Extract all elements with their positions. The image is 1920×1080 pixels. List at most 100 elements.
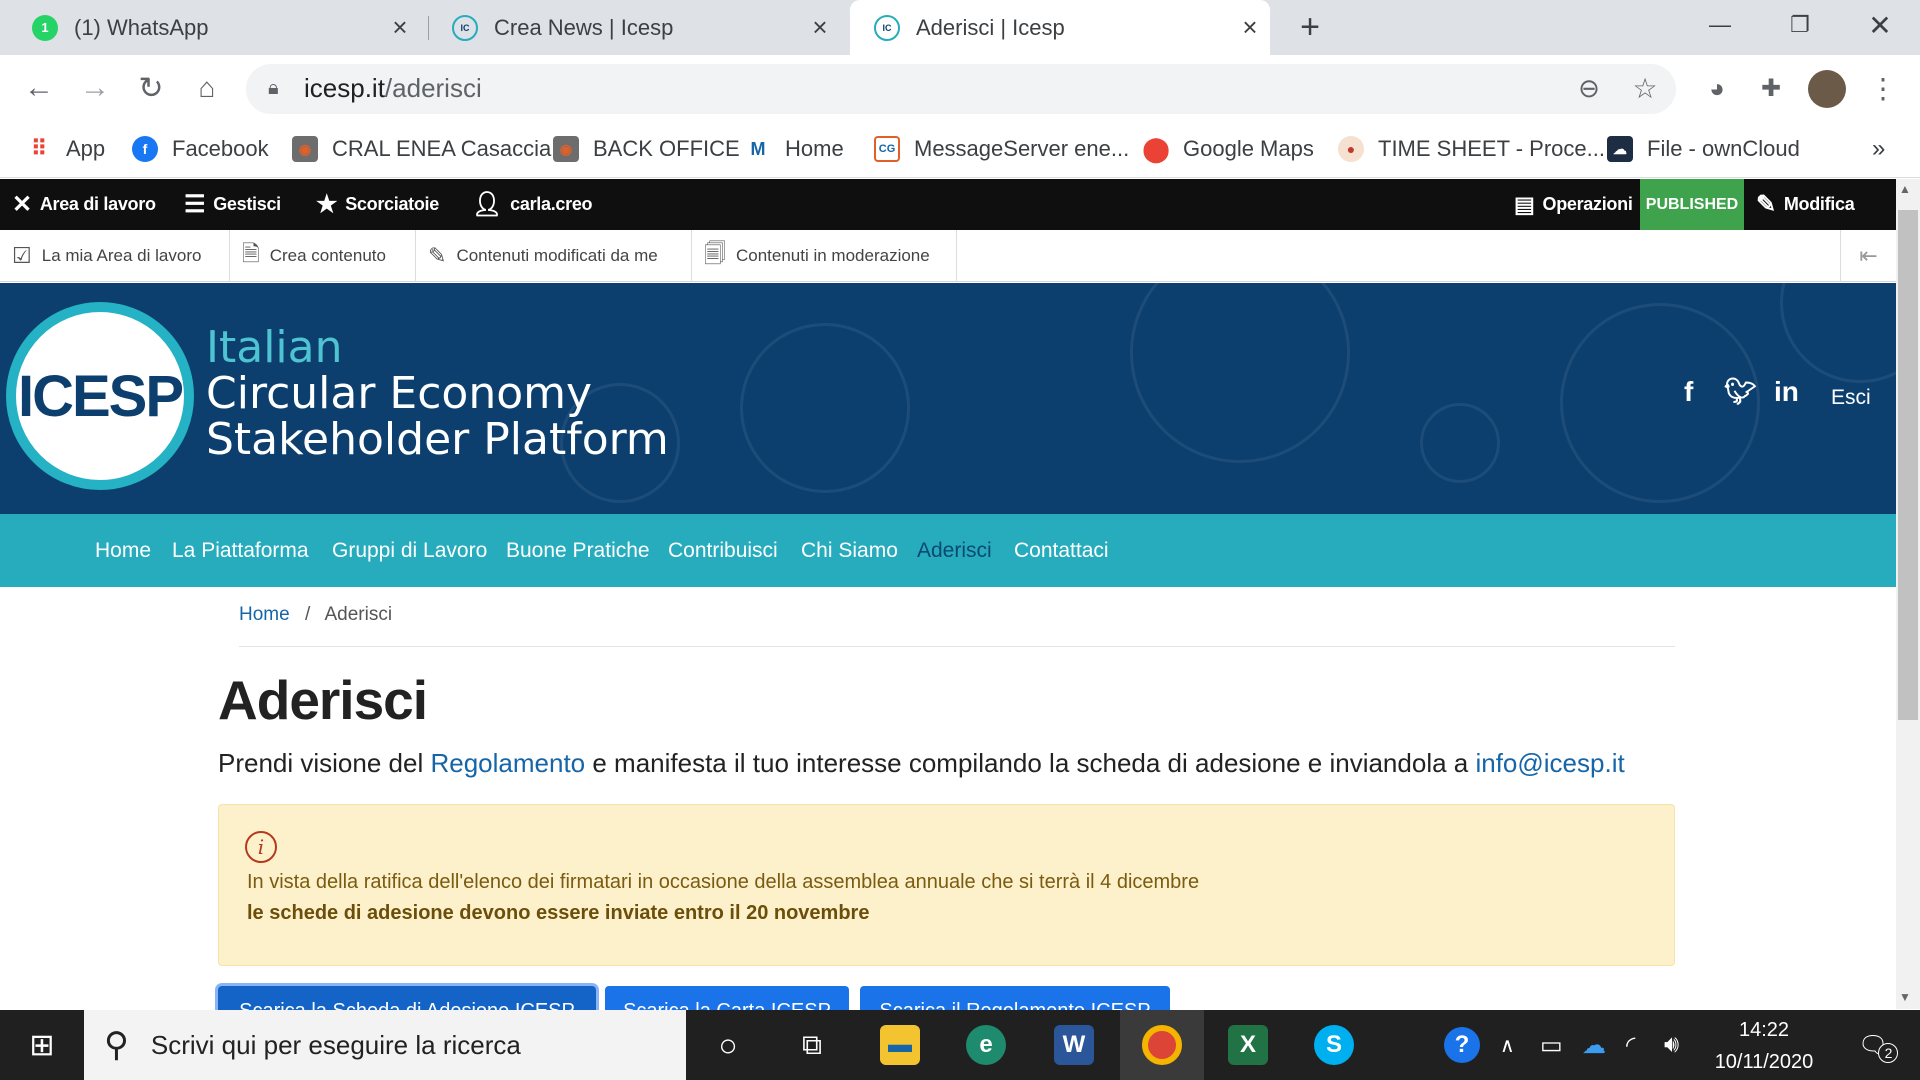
tab-aderisci[interactable]: IC Aderisci | Icesp × — [850, 0, 1270, 55]
bookmark-label: CRAL ENEA Casaccia — [332, 136, 552, 161]
close-tab-icon[interactable]: × — [800, 12, 840, 43]
tab-title: Crea News | Icesp — [494, 14, 674, 40]
bookmark-apps[interactable]: ⠿ App — [26, 124, 105, 174]
edge-logo-icon: e — [966, 1025, 1006, 1065]
pencil-icon: ✎ — [428, 243, 447, 268]
close-tab-icon[interactable]: × — [380, 12, 420, 43]
show-hidden-icons-icon[interactable]: ∧ — [1500, 1010, 1515, 1080]
menu-contribuisci[interactable]: Contribuisci — [668, 514, 778, 587]
menu-gruppi-di-lavoro[interactable]: Gruppi di Lavoro — [332, 514, 487, 587]
menu-aderisci[interactable]: Aderisci — [917, 514, 992, 587]
bookmark-messageserver[interactable]: CG MessageServer ene... — [874, 124, 1129, 174]
volume-icon[interactable]: 🔊︎ — [1664, 1010, 1679, 1080]
bookmark-timesheet[interactable]: ● TIME SHEET - Proce... — [1338, 124, 1605, 174]
tray-my-workspace[interactable]: ☑ La mia Area di lavoro — [0, 230, 230, 282]
facebook-icon[interactable]: f — [1684, 376, 1693, 408]
search-icon: ⚲ — [104, 1026, 129, 1064]
wifi-icon[interactable]: ◜ — [1626, 1010, 1635, 1080]
notification-count: 2 — [1878, 1043, 1899, 1063]
bookmark-label: Facebook — [172, 136, 269, 161]
restore-icon[interactable]: ❐ — [1760, 0, 1840, 50]
new-tab-icon[interactable]: + — [1268, 2, 1352, 52]
zoom-icon[interactable]: ⊖ — [1566, 65, 1612, 111]
bookmark-facebook[interactable]: f Facebook — [132, 124, 269, 174]
admin-area-di-lavoro[interactable]: ✕ Area di lavoro — [12, 179, 156, 230]
file-explorer-icon[interactable]: ▬ — [858, 1010, 942, 1080]
cortana-icon[interactable]: ○ — [686, 1010, 770, 1080]
bookmark-cral[interactable]: ◉ CRAL ENEA Casaccia — [292, 124, 551, 174]
back-icon[interactable]: ← — [16, 65, 62, 111]
bookmark-google-maps[interactable]: ⬤ Google Maps — [1143, 124, 1314, 174]
admin-scorciatoie[interactable]: ★ Scorciatoie — [316, 179, 439, 230]
brand-line: Circular Economy — [206, 368, 593, 419]
menu-kebab-icon[interactable]: ⋮ — [1860, 65, 1906, 111]
logout-link[interactable]: Esci — [1831, 386, 1871, 410]
pencil-icon: ✎ — [1756, 191, 1776, 218]
hamburger-icon: ☰ — [184, 191, 206, 218]
scroll-down-icon[interactable]: ▼ — [1899, 990, 1911, 1004]
site-brand[interactable]: Italian Circular Economy Stakeholder Pla… — [206, 325, 669, 463]
owncloud-icon: ☁ — [1607, 136, 1633, 162]
menu-contattaci[interactable]: Contattaci — [1014, 514, 1109, 587]
close-window-icon[interactable]: ✕ — [1840, 0, 1920, 50]
star-icon: ★ — [316, 191, 338, 218]
brand-line: Italian — [206, 322, 343, 373]
extension-circle-icon[interactable]: ◕ — [1694, 65, 1740, 111]
home-icon[interactable]: ⌂ — [184, 65, 230, 111]
onedrive-icon[interactable]: ☁ — [1582, 1010, 1606, 1080]
edge-icon[interactable]: e — [944, 1010, 1028, 1080]
clock-date: 10/11/2020 — [1714, 1051, 1814, 1073]
menu-buone-pratiche[interactable]: Buone Pratiche — [506, 514, 650, 587]
excel-icon[interactable]: X — [1206, 1010, 1290, 1080]
word-icon[interactable]: W — [1032, 1010, 1116, 1080]
notifications-icon[interactable]: 🗨︎ 2 — [1858, 1010, 1899, 1080]
admin-user[interactable]: 👤︎ carla.creo — [472, 179, 593, 230]
battery-icon[interactable]: ▭ — [1540, 1010, 1563, 1080]
tab-title: Aderisci | Icesp — [916, 14, 1065, 40]
linkedin-icon[interactable]: in — [1774, 376, 1799, 408]
admin-operazioni[interactable]: ▤ Operazioni — [1514, 179, 1633, 230]
admin-gestisci[interactable]: ☰ Gestisci — [184, 179, 281, 230]
taskbar-search[interactable]: ⚲ Scrivi qui per eseguire la ricerca — [84, 1010, 686, 1080]
site-logo[interactable]: ICESP — [6, 302, 194, 490]
decor-circle — [1420, 403, 1500, 483]
task-view-icon[interactable]: ⧉ — [770, 1010, 854, 1080]
bookmark-owncloud[interactable]: ☁ File - ownCloud — [1607, 124, 1800, 174]
tray-modified-by-me[interactable]: ✎ Contenuti modificati da me — [416, 230, 692, 282]
admin-label: Area di lavoro — [39, 194, 156, 214]
tab-whatsapp[interactable]: 1 (1) WhatsApp × — [8, 0, 420, 55]
tab-crea-news[interactable]: IC Crea News | Icesp × — [428, 0, 840, 55]
brand-line: Stakeholder Platform — [206, 414, 669, 465]
more-bookmarks-icon[interactable]: » — [1872, 124, 1885, 174]
bookmark-home[interactable]: M Home — [745, 124, 844, 174]
breadcrumb-home[interactable]: Home — [239, 604, 290, 625]
tray-orientation-toggle-icon[interactable]: ⇤ — [1840, 230, 1896, 282]
taskbar-clock[interactable]: 14:22 10/11/2020 — [1692, 1014, 1836, 1078]
scroll-up-icon[interactable]: ▲ — [1899, 182, 1911, 196]
bookmark-back-office[interactable]: ◉ BACK OFFICE — [553, 124, 740, 174]
folder-icon: ▬ — [880, 1025, 920, 1065]
profile-avatar[interactable] — [1808, 70, 1846, 108]
chrome-icon[interactable] — [1120, 1010, 1204, 1080]
intro-text: Prendi visione del Regolamento e manifes… — [218, 748, 1625, 779]
regolamento-link[interactable]: Regolamento — [430, 748, 585, 778]
menu-home[interactable]: Home — [95, 514, 151, 587]
admin-modifica[interactable]: ✎ Modifica — [1756, 179, 1855, 230]
windows-start-icon[interactable]: ⊞ — [0, 1010, 84, 1080]
forward-icon[interactable]: → — [72, 65, 118, 111]
twitter-icon[interactable]: 🐦︎ — [1724, 376, 1757, 407]
email-link[interactable]: info@icesp.it — [1475, 748, 1624, 778]
tray-create-content[interactable]: 🗎︎ Crea contenuto — [230, 230, 416, 282]
close-tab-icon[interactable]: × — [1230, 12, 1270, 43]
menu-la-piattaforma[interactable]: La Piattaforma — [172, 514, 309, 587]
tray-moderation[interactable]: 🗐︎ Contenuti in moderazione — [692, 230, 957, 282]
minimize-icon[interactable]: — — [1680, 0, 1760, 50]
reload-icon[interactable]: ↻ — [128, 65, 174, 111]
bookmark-star-icon[interactable]: ☆ — [1622, 65, 1668, 111]
skype-icon[interactable]: S — [1292, 1010, 1376, 1080]
scrollbar-thumb[interactable] — [1898, 210, 1918, 720]
menu-chi-siamo[interactable]: Chi Siamo — [801, 514, 898, 587]
url-text[interactable]: icesp.it/aderisci — [304, 73, 482, 104]
extensions-puzzle-icon[interactable]: ✚ — [1748, 65, 1794, 111]
help-icon[interactable]: ? — [1444, 1010, 1480, 1080]
